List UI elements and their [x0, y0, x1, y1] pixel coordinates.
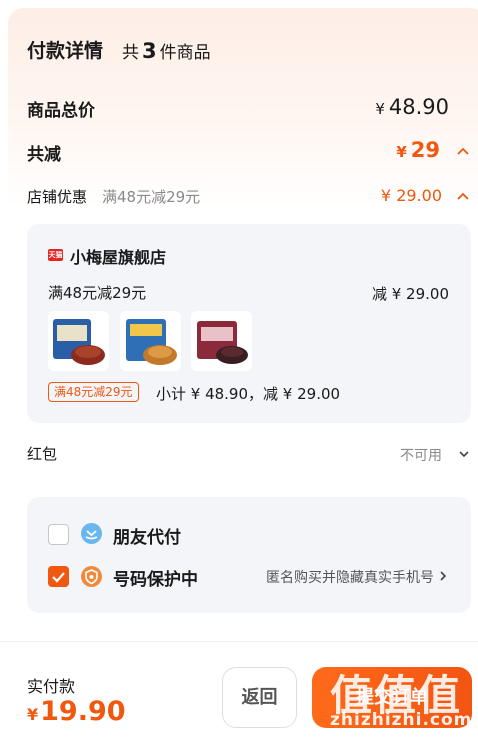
shop-subtotal: 小计 ¥ 48.90，减 ¥ 29.00	[156, 385, 341, 403]
product-image-icon	[197, 321, 248, 364]
product-thumb[interactable]	[48, 311, 109, 371]
total-discount-label: 共减	[27, 145, 61, 165]
total-discount-currency: ¥	[396, 143, 407, 161]
checkmark-icon	[52, 572, 65, 583]
number-protect-desc[interactable]: 匿名购买并隐藏真实手机号	[266, 567, 434, 587]
shop-promo-amount: 减 ¥ 29.00	[371, 285, 449, 303]
total-price-value: 48.90	[388, 95, 449, 119]
friend-pay-label: 朋友代付	[113, 528, 181, 548]
chevron-down-icon[interactable]	[458, 450, 470, 459]
product-thumb[interactable]	[120, 311, 181, 371]
product-image-icon	[53, 319, 105, 365]
item-count-suffix: 件商品	[159, 43, 211, 63]
actual-pay-currency: ¥	[27, 705, 39, 724]
watermark-url: zhizhizhi.com	[330, 710, 473, 730]
phone-shield-icon	[81, 566, 102, 587]
friend-pay-checkbox[interactable]	[48, 524, 69, 545]
total-discount-value: 29	[410, 138, 440, 162]
total-price-currency: ¥	[375, 100, 385, 118]
actual-pay-amount: ¥19.90	[27, 696, 126, 727]
total-discount[interactable]: ¥29	[396, 138, 440, 162]
tmall-logo-icon: 天猫	[48, 249, 63, 261]
shop-promo-text: 满48元减29元	[48, 284, 147, 302]
footer-divider	[0, 641, 478, 642]
friend-pay-icon	[81, 523, 102, 544]
chevron-up-icon[interactable]	[456, 146, 470, 156]
red-packet-value[interactable]: 不可用	[400, 445, 442, 465]
number-protect-checkbox[interactable]	[48, 566, 69, 587]
number-protect-label: 号码保护中	[113, 570, 198, 590]
item-count-number: 3	[142, 39, 157, 63]
shop-discount-amount[interactable]: ¥ 29.00	[381, 186, 442, 205]
actual-pay-label: 实付款	[27, 677, 76, 696]
total-price: ¥48.90	[375, 95, 449, 119]
item-count-prefix: 共	[122, 43, 139, 63]
back-button[interactable]: 返回	[222, 667, 297, 728]
shop-discount-desc: 满48元减29元	[102, 188, 201, 206]
total-price-label: 商品总价	[27, 101, 95, 121]
shop-discount-label: 店铺优惠	[27, 188, 88, 206]
chevron-up-icon[interactable]	[456, 191, 470, 201]
chevron-right-icon[interactable]	[438, 570, 448, 582]
page-title: 付款详情	[27, 40, 104, 62]
shop-name[interactable]: 小梅屋旗舰店	[70, 244, 166, 268]
product-image-icon	[126, 319, 177, 365]
actual-pay-value: 19.90	[40, 696, 126, 727]
promo-tag: 满48元减29元	[48, 382, 139, 402]
red-packet-label: 红包	[27, 445, 58, 463]
services-panel	[27, 497, 471, 613]
item-count: 共 3 件商品	[122, 38, 211, 63]
product-thumb[interactable]	[191, 311, 252, 371]
